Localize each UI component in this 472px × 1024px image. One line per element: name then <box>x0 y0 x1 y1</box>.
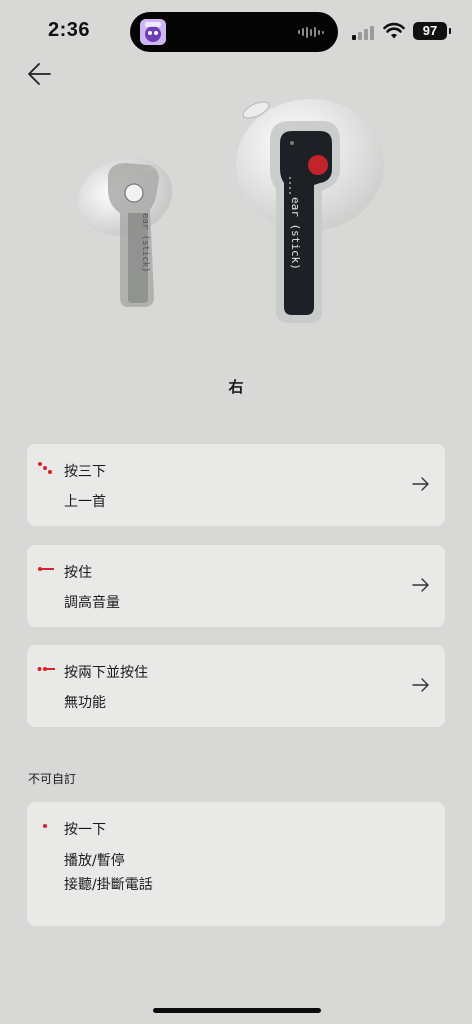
status-bar: 2:36 97 <box>0 0 472 60</box>
dynamic-island[interactable] <box>130 12 338 52</box>
press-hold-icon <box>38 567 54 571</box>
status-time: 2:36 <box>48 19 91 41</box>
gesture-card-single-tap: 按一下 播放/暫停 接聽/掛斷電話 <box>27 802 445 926</box>
wifi-icon <box>383 22 405 39</box>
gesture-card-double-tap-hold[interactable]: 按兩下並按住 無功能 <box>27 645 445 727</box>
cellular-signal-icon <box>352 24 374 40</box>
left-earbud-label: ear (stick) <box>140 213 150 273</box>
gesture-card-triple-tap[interactable]: 按三下 上一首 <box>27 444 445 526</box>
gesture-action: 上一首 <box>64 494 106 510</box>
battery-indicator: 97 <box>413 22 451 40</box>
gesture-title: 按住 <box>64 565 92 581</box>
section-heading-not-customizable: 不可自訂 <box>28 772 77 786</box>
arrow-right-icon <box>412 477 429 491</box>
gesture-action: 無功能 <box>64 695 106 711</box>
earbud-side-label: 右 <box>228 378 244 396</box>
app-icon <box>140 19 166 45</box>
gesture-action: 接聽/掛斷電話 <box>64 877 153 893</box>
gesture-action: 調高音量 <box>64 595 120 611</box>
right-earbud-label: ear (stick) <box>289 197 302 270</box>
audio-wave-icon <box>298 26 324 38</box>
gesture-title: 按三下 <box>64 464 106 480</box>
double-tap-hold-icon <box>37 667 55 671</box>
back-arrow-icon[interactable] <box>24 58 58 92</box>
home-indicator[interactable] <box>153 1008 321 1013</box>
gesture-title: 按兩下並按住 <box>64 665 148 681</box>
single-tap-icon <box>43 824 47 828</box>
gesture-action: 播放/暫停 <box>64 853 125 869</box>
arrow-right-icon <box>412 578 429 592</box>
earbuds-image: ear (stick) ear (stick) <box>78 99 384 323</box>
gesture-title: 按一下 <box>64 822 106 838</box>
arrow-right-icon <box>412 678 429 692</box>
gesture-card-press-hold[interactable]: 按住 調高音量 <box>27 545 445 627</box>
triple-tap-icon <box>38 462 52 474</box>
